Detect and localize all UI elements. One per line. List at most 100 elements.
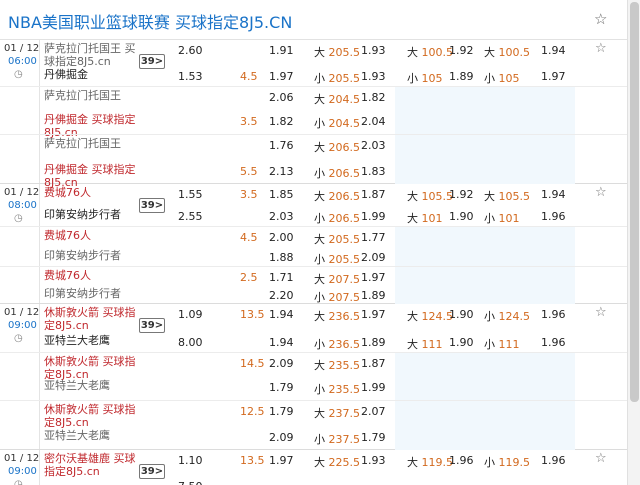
more-markets-button[interactable]: 39> [139, 318, 165, 333]
handicap-odds[interactable]: 2.09 [269, 357, 294, 370]
total-odds[interactable]: 1.89 [361, 289, 386, 302]
team-name[interactable]: 费城76人 [44, 186, 136, 199]
handicap-odds[interactable]: 1.76 [269, 139, 294, 152]
total-odds[interactable]: 1.82 [361, 91, 386, 104]
total-odds[interactable]: 2.03 [361, 139, 386, 152]
moneyline-odds[interactable]: 1.10 [178, 454, 203, 467]
team-name[interactable]: 费城76人 [44, 229, 136, 242]
moneyline-odds[interactable]: 1.55 [178, 188, 203, 201]
team-name[interactable]: 印第安纳步行者 [44, 287, 136, 300]
handicap-odds[interactable]: 2.13 [269, 165, 294, 178]
team-name[interactable]: 亚特兰大老鹰 [44, 429, 136, 442]
total-odds[interactable]: 1.97 [361, 271, 386, 284]
scrollbar-thumb[interactable] [630, 2, 639, 402]
first-half-total-odds[interactable]: 1.96 [449, 454, 474, 467]
more-markets-button[interactable]: 39> [139, 198, 165, 213]
handicap-odds[interactable]: 2.09 [269, 431, 294, 444]
over-under-label: 大 [407, 338, 418, 351]
first-half-points: 111 [421, 338, 443, 351]
team-name[interactable]: 印第安纳步行者 [44, 249, 136, 262]
handicap-line: 12.5 [240, 405, 265, 418]
handicap-odds[interactable]: 1.85 [269, 188, 294, 201]
total-odds[interactable]: 2.04 [361, 115, 386, 128]
first-half-total-odds[interactable]: 1.92 [449, 188, 474, 201]
team-name[interactable]: 亚特兰大老鹰 [44, 334, 136, 347]
total-odds[interactable]: 1.97 [361, 308, 386, 321]
first-half-total-odds[interactable]: 1.90 [449, 210, 474, 223]
team-name[interactable]: 密尔沃基雄鹿 买球指定8J5.cn [44, 452, 136, 478]
handicap-odds[interactable]: 1.79 [269, 381, 294, 394]
total-odds[interactable]: 1.87 [361, 357, 386, 370]
handicap-odds[interactable]: 1.94 [269, 308, 294, 321]
team-name[interactable]: 丹佛掘金 [44, 68, 136, 81]
total-line: 大 237.5 [314, 405, 360, 421]
over-under-label: 小 [484, 212, 495, 225]
handicap-line: 3.5 [240, 115, 258, 128]
moneyline-odds[interactable]: 1.09 [178, 308, 203, 321]
moneyline-odds[interactable]: 2.55 [178, 210, 203, 223]
over-under-label: 大 [314, 359, 325, 372]
team-name[interactable]: 休斯敦火箭 买球指定8J5.cn [44, 403, 136, 429]
team-name[interactable]: 萨克拉门托国王 买球指定8J5.cn [44, 42, 136, 68]
handicap-odds[interactable]: 1.88 [269, 251, 294, 264]
handicap-odds[interactable]: 1.91 [269, 44, 294, 57]
total-odds[interactable]: 1.93 [361, 44, 386, 57]
total-odds[interactable]: 2.09 [361, 251, 386, 264]
team-name[interactable]: 萨克拉门托国王 [44, 137, 136, 150]
first-half-alt-odds[interactable]: 1.94 [541, 44, 566, 57]
team-name[interactable]: 休斯敦火箭 买球指定8J5.cn [44, 306, 136, 332]
first-half-total-odds[interactable]: 1.92 [449, 44, 474, 57]
total-odds[interactable]: 1.99 [361, 210, 386, 223]
total-odds[interactable]: 1.79 [361, 431, 386, 444]
first-half-alt-odds[interactable]: 1.96 [541, 336, 566, 349]
handicap-odds[interactable]: 1.82 [269, 115, 294, 128]
team-name[interactable]: 亚特兰大老鹰 [44, 379, 136, 392]
total-odds[interactable]: 1.89 [361, 336, 386, 349]
match-block: 01 / 12 08:00 ◷ ☆ 费城76人 1.55 3.5 1.85 大 206.5 1.8… [0, 184, 627, 304]
handicap-odds[interactable]: 1.79 [269, 405, 294, 418]
moneyline-odds[interactable]: 2.60 [178, 44, 203, 57]
league-header: NBA美国职业篮球联赛 买球指定8J5.CN ☆ [0, 0, 627, 40]
handicap-odds[interactable]: 2.03 [269, 210, 294, 223]
over-under-label: 大 [407, 46, 418, 59]
total-odds[interactable]: 1.87 [361, 188, 386, 201]
first-half-alt-odds[interactable]: 1.96 [541, 454, 566, 467]
first-half-alt-odds[interactable]: 1.96 [541, 210, 566, 223]
total-odds[interactable]: 1.77 [361, 231, 386, 244]
first-half-alt-odds[interactable]: 1.94 [541, 188, 566, 201]
total-odds[interactable]: 1.83 [361, 165, 386, 178]
scrollbar[interactable] [627, 0, 640, 485]
more-markets-button[interactable]: 39> [139, 464, 165, 479]
more-markets-button[interactable]: 39> [139, 54, 165, 69]
moneyline-odds[interactable]: 8.00 [178, 336, 203, 349]
league-title[interactable]: NBA美国职业篮球联赛 买球指定8J5.CN [8, 9, 292, 33]
handicap-odds[interactable]: 1.71 [269, 271, 294, 284]
team-name[interactable]: 印第安纳步行者 [44, 208, 136, 221]
handicap-odds[interactable]: 2.00 [269, 231, 294, 244]
first-half-total-line: 小 105 [407, 70, 443, 86]
first-half-total-odds[interactable]: 1.90 [449, 308, 474, 321]
handicap-odds[interactable]: 2.06 [269, 91, 294, 104]
first-half-total-odds[interactable]: 1.90 [449, 336, 474, 349]
first-half-alt-odds[interactable]: 1.96 [541, 308, 566, 321]
total-odds[interactable]: 1.93 [361, 454, 386, 467]
total-odds[interactable]: 1.93 [361, 70, 386, 83]
first-half-total-line: 大 119.5 [407, 454, 453, 470]
handicap-odds[interactable]: 2.20 [269, 289, 294, 302]
team-name[interactable]: 萨克拉门托国王 [44, 89, 136, 102]
first-half-alt-odds[interactable]: 1.97 [541, 70, 566, 83]
total-points: 237.5 [328, 433, 361, 446]
moneyline-odds[interactable]: 1.53 [178, 70, 203, 83]
star-outline-icon[interactable]: ☆ [594, 10, 607, 28]
first-half-total-odds[interactable]: 1.89 [449, 70, 474, 83]
total-points: 204.5 [328, 117, 361, 130]
team-name[interactable]: 费城76人 [44, 269, 136, 282]
total-odds[interactable]: 1.99 [361, 381, 386, 394]
handicap-odds[interactable]: 1.97 [269, 454, 294, 467]
handicap-odds[interactable]: 1.94 [269, 336, 294, 349]
total-points: 205.5 [328, 253, 361, 266]
handicap-odds[interactable]: 1.97 [269, 70, 294, 83]
handicap-line: 5.5 [240, 165, 258, 178]
moneyline-odds[interactable]: 7.50 [178, 480, 203, 485]
total-odds[interactable]: 2.07 [361, 405, 386, 418]
